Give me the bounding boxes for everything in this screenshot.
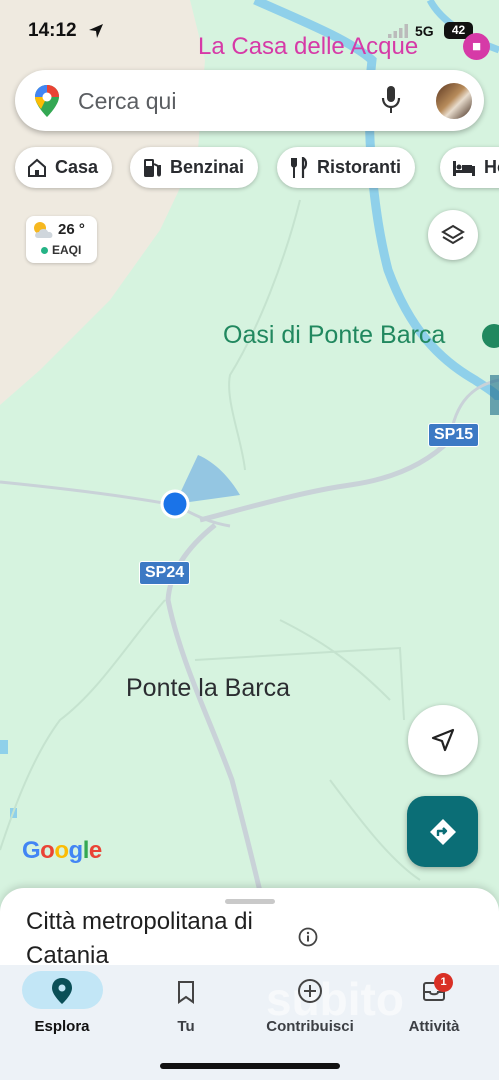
chip-label: Benzinai xyxy=(170,157,245,177)
layers-button[interactable] xyxy=(428,210,478,260)
nav-item-contribuisci[interactable] xyxy=(297,978,323,1009)
notification-badge: 1 xyxy=(434,973,453,992)
navigation-arrow-icon xyxy=(431,728,455,752)
google-maps-pin-icon xyxy=(35,85,59,117)
nav-item-esplora[interactable] xyxy=(52,978,72,1009)
restaurant-icon xyxy=(291,156,308,178)
logo-letter: e xyxy=(88,837,102,864)
road-badge-sp24: SP24 xyxy=(139,561,191,585)
recenter-button[interactable] xyxy=(408,705,478,775)
gas-station-icon xyxy=(144,158,161,177)
weather-temperature: 26 ° xyxy=(58,221,85,238)
poi-hotel-label[interactable]: La Casa delle Acque xyxy=(198,33,418,61)
directions-button[interactable] xyxy=(407,796,478,867)
current-location-dot xyxy=(160,489,190,519)
avatar[interactable] xyxy=(434,81,474,121)
info-icon[interactable] xyxy=(298,927,318,947)
explore-pin-icon xyxy=(52,978,72,1004)
nav-item-tu[interactable] xyxy=(176,980,196,1009)
locality-label: Ponte la Barca xyxy=(126,674,290,702)
nav-label-attivita[interactable]: Attività xyxy=(364,1018,499,1035)
chip-label: Casa xyxy=(55,157,99,177)
logo-letter: g xyxy=(68,837,84,864)
poi-park-label[interactable]: Oasi di Ponte Barca xyxy=(223,321,445,350)
aqi-status-dot xyxy=(41,247,48,254)
hotel-icon xyxy=(453,160,475,176)
logo-letter: o xyxy=(54,837,69,864)
status-time: 14:12 xyxy=(28,20,77,41)
logo-letter: o xyxy=(40,837,55,864)
weather-aqi-label: EAQI xyxy=(52,243,82,257)
home-indicator[interactable] xyxy=(160,1063,340,1069)
chip-label: Ristoranti xyxy=(317,157,402,177)
hotel-pin-icon[interactable]: ■ xyxy=(463,33,490,60)
chip-casa[interactable]: Casa xyxy=(15,147,113,188)
home-icon xyxy=(28,158,46,177)
nav-label-contribuisci[interactable]: Contribuisci xyxy=(240,1018,380,1035)
search-input[interactable]: Cerca qui xyxy=(78,88,176,115)
chip-benzinai[interactable]: Benzinai xyxy=(130,147,259,188)
bookmark-icon xyxy=(178,981,194,1004)
logo-letter: G xyxy=(22,837,41,864)
layers-icon xyxy=(441,224,465,245)
directions-icon xyxy=(429,818,456,845)
sheet-drag-handle[interactable] xyxy=(225,899,275,904)
partly-cloudy-icon xyxy=(34,222,53,238)
nav-label-esplora[interactable]: Esplora xyxy=(0,1018,132,1035)
road-badge-sp15: SP15 xyxy=(428,423,480,447)
sheet-title: Città metropolitana di Catania xyxy=(26,908,253,969)
google-attribution: Google xyxy=(22,837,102,865)
chip-ristoranti[interactable]: Ristoranti xyxy=(277,147,416,188)
nav-label-tu[interactable]: Tu xyxy=(116,1018,256,1035)
chip-label: Ho xyxy=(484,157,499,177)
chip-hotel[interactable]: Ho xyxy=(440,147,499,188)
microphone-icon[interactable] xyxy=(380,85,402,115)
location-arrow-icon xyxy=(89,24,103,38)
add-circle-icon xyxy=(298,979,322,1003)
